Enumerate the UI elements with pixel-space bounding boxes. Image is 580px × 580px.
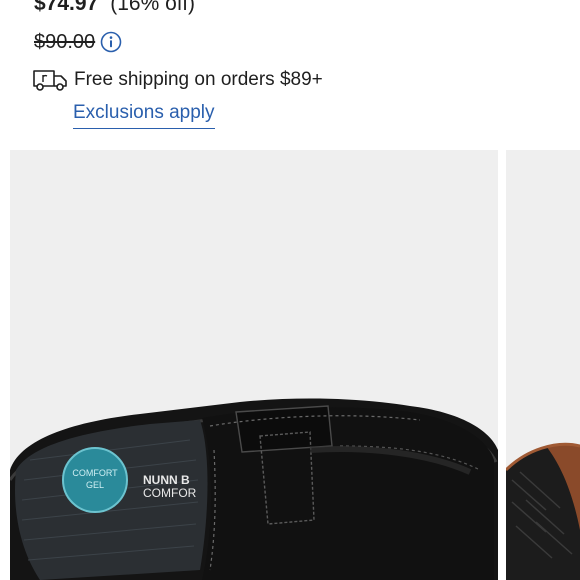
original-price: $90.00 (34, 30, 96, 53)
sale-price: $74.97 (34, 0, 99, 15)
product-image-carousel[interactable]: COMFORT GEL NUNN B COMFOR (0, 150, 580, 580)
price-row: $74.97 (16% off) (34, 0, 195, 24)
truck-icon (32, 67, 68, 93)
discount-label: (16% off) (110, 0, 196, 15)
badge-text-line-1: COMFORT (72, 468, 118, 478)
original-price-row: $90.00 (34, 28, 122, 56)
outsole-illustration (506, 442, 580, 580)
loafer-illustration: COMFORT GEL NUNN B COMFOR (10, 398, 498, 580)
main-product-image[interactable]: COMFORT GEL NUNN B COMFOR (10, 150, 498, 580)
previous-image-edge (0, 150, 6, 580)
exclusions-apply-link[interactable]: Exclusions apply (73, 102, 215, 129)
insole-brand-line-2: COMFOR (143, 486, 197, 500)
info-icon[interactable] (100, 31, 122, 53)
shipping-row: Free shipping on orders $89+ (32, 66, 323, 94)
insole-brand-line-1: NUNN B (143, 473, 190, 487)
badge-text-line-2: GEL (86, 480, 104, 490)
free-shipping-text: Free shipping on orders $89+ (74, 69, 323, 90)
next-product-image[interactable] (506, 150, 580, 580)
